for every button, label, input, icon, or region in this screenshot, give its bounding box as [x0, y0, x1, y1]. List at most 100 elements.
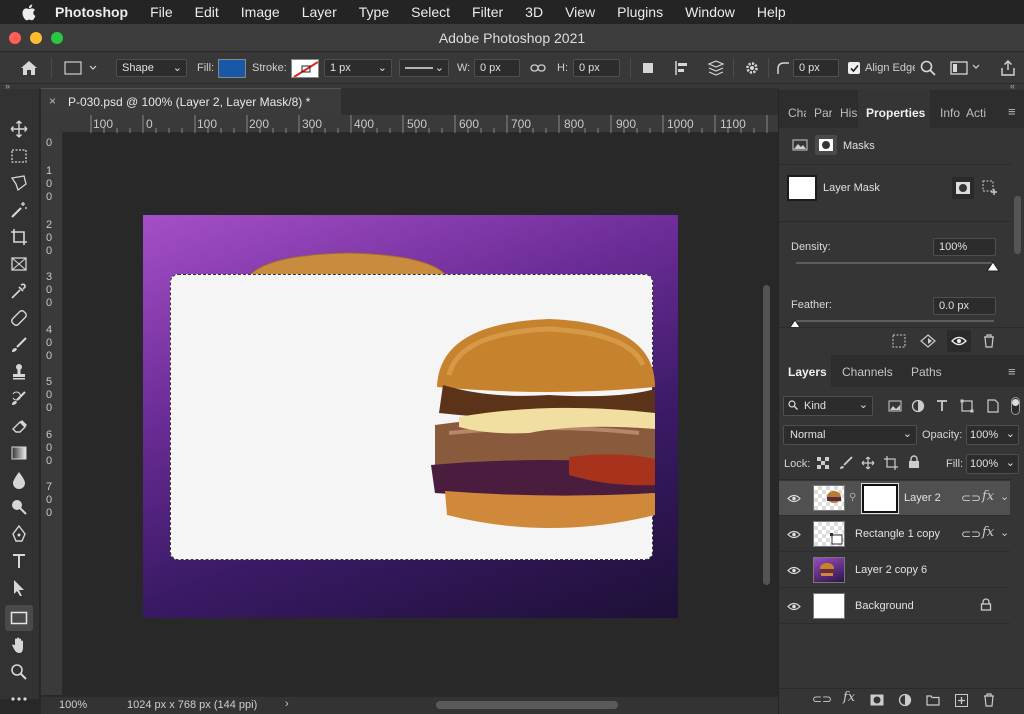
feather-input[interactable]: 0.0 px: [933, 297, 996, 315]
eye-icon[interactable]: [787, 564, 801, 578]
tab-properties[interactable]: Properties: [866, 106, 925, 120]
chevron-down-icon[interactable]: ⌄: [1000, 526, 1009, 539]
add-mask-icon[interactable]: [869, 692, 885, 708]
menu-3d[interactable]: 3D: [525, 4, 543, 20]
zoom-level[interactable]: 100%: [59, 699, 87, 711]
history-brush-tool-icon[interactable]: [8, 388, 30, 410]
lock-transparent-pixels-icon[interactable]: [815, 455, 831, 471]
crop-tool-icon[interactable]: [8, 226, 30, 248]
zoom-tool-icon[interactable]: [8, 661, 30, 683]
stroke-width-input[interactable]: 1 px ⌄: [324, 59, 392, 77]
tab-paths[interactable]: Paths: [911, 365, 942, 379]
density-slider-handle[interactable]: [986, 261, 1000, 272]
load-selection-icon[interactable]: [890, 332, 908, 350]
delete-layer-icon[interactable]: [981, 692, 997, 708]
tab-actions[interactable]: Acti: [966, 106, 988, 120]
tab-history[interactable]: His: [840, 106, 858, 120]
menu-filter[interactable]: Filter: [472, 4, 503, 20]
white-card-selection[interactable]: [170, 274, 655, 560]
layer-mask-icon[interactable]: [815, 135, 837, 155]
gear-icon[interactable]: [742, 58, 762, 78]
menu-photoshop[interactable]: Photoshop: [55, 4, 128, 20]
dodge-tool-icon[interactable]: [8, 496, 30, 518]
density-slider-track[interactable]: [796, 262, 994, 264]
magic-wand-tool-icon[interactable]: [8, 199, 30, 221]
tab-channels[interactable]: Channels: [842, 365, 893, 379]
type-tool-icon[interactable]: [8, 550, 30, 572]
feather-slider-track[interactable]: [796, 320, 994, 322]
density-input[interactable]: 100%: [933, 238, 996, 256]
eraser-tool-icon[interactable]: [8, 415, 30, 437]
tool-preset-picker[interactable]: [62, 59, 100, 77]
new-layer-icon[interactable]: [953, 692, 969, 708]
blend-mode-select[interactable]: Normal ⌄: [783, 425, 917, 445]
frame-tool-icon[interactable]: [8, 253, 30, 275]
vertical-scrollbar[interactable]: [763, 285, 770, 585]
home-icon[interactable]: [18, 58, 40, 78]
document-tab[interactable]: × P-030.psd @ 100% (Layer 2, Layer Mask/…: [41, 88, 341, 115]
layer-row[interactable]: Rectangle 1 copy ⊂⊃ fx ⌄: [779, 517, 1010, 552]
healing-brush-tool-icon[interactable]: [8, 307, 30, 329]
select-mask-icon[interactable]: [952, 177, 974, 199]
link-layers-icon[interactable]: ⊂⊃: [812, 692, 832, 706]
search-icon[interactable]: [918, 58, 938, 78]
lock-image-pixels-icon[interactable]: [838, 455, 854, 471]
layer-filter-select[interactable]: Kind ⌄: [783, 396, 873, 416]
opacity-input[interactable]: 100% ⌄: [966, 425, 1019, 445]
filter-adjustment-icon[interactable]: [909, 397, 927, 415]
corner-radius-input[interactable]: 0 px: [793, 59, 839, 77]
fill-input[interactable]: 100% ⌄: [966, 454, 1019, 474]
workspace-icon[interactable]: [948, 58, 970, 78]
mask-link-icon[interactable]: ⚲: [849, 492, 856, 503]
layer-mask-thumbnail[interactable]: [861, 483, 899, 514]
lock-artboard-icon[interactable]: [883, 455, 899, 471]
lock-position-icon[interactable]: [860, 455, 876, 471]
menu-help[interactable]: Help: [757, 4, 786, 20]
fx-icon[interactable]: fx: [982, 525, 994, 540]
lasso-tool-icon[interactable]: [8, 172, 30, 194]
tab-paragraph[interactable]: Par: [814, 106, 832, 120]
menu-plugins[interactable]: Plugins: [617, 4, 663, 20]
menu-select[interactable]: Select: [411, 4, 450, 20]
lock-all-icon[interactable]: [906, 454, 922, 470]
add-layer-style-icon[interactable]: fx: [843, 690, 855, 705]
brush-tool-icon[interactable]: [8, 334, 30, 356]
eye-icon[interactable]: [787, 600, 801, 614]
path-alignment-icon[interactable]: [672, 59, 692, 77]
path-selection-tool-icon[interactable]: [8, 577, 30, 599]
menu-type[interactable]: Type: [359, 4, 389, 20]
menu-edit[interactable]: Edit: [195, 4, 219, 20]
vertical-ruler[interactable]: 0 1 0 0 2 0 0 3 0 0 4 0 0 5 0 0 6 0 0 7 …: [41, 133, 63, 695]
apple-icon[interactable]: [19, 3, 37, 21]
menu-file[interactable]: File: [150, 4, 173, 20]
menu-image[interactable]: Image: [241, 4, 280, 20]
chevron-right-icon[interactable]: ›: [285, 698, 289, 710]
properties-scrollbar[interactable]: [1014, 196, 1021, 254]
eye-icon[interactable]: [787, 528, 801, 542]
layers-panel-menu-icon[interactable]: ≡: [1008, 364, 1016, 379]
stroke-color-swatch[interactable]: [291, 59, 319, 78]
tab-layers[interactable]: Layers: [788, 365, 827, 379]
fx-icon[interactable]: fx: [982, 489, 994, 504]
filter-toggle[interactable]: [1011, 397, 1020, 415]
layer-row[interactable]: Background: [779, 589, 1010, 624]
tab-character[interactable]: Cha: [788, 106, 806, 120]
more-tools-icon[interactable]: [8, 688, 30, 710]
share-icon[interactable]: [998, 58, 1018, 78]
apply-mask-icon[interactable]: [919, 332, 937, 350]
path-arrangement-icon[interactable]: [705, 58, 727, 78]
close-tab-icon[interactable]: ×: [49, 94, 56, 108]
marquee-tool-icon[interactable]: [8, 145, 30, 167]
fill-color-swatch[interactable]: [218, 59, 246, 78]
blur-tool-icon[interactable]: [8, 469, 30, 491]
path-operations-icon[interactable]: [639, 59, 657, 77]
link-icon[interactable]: [529, 60, 547, 76]
panel-menu-icon[interactable]: ≡: [1008, 104, 1016, 119]
adjustment-layer-icon[interactable]: [897, 692, 913, 708]
chevron-down-icon[interactable]: [970, 60, 982, 74]
height-input[interactable]: 0 px: [573, 59, 620, 77]
pen-tool-icon[interactable]: [8, 523, 30, 545]
filter-shape-icon[interactable]: [958, 397, 976, 415]
eye-icon[interactable]: [787, 492, 801, 506]
tab-info[interactable]: Info: [940, 106, 960, 120]
